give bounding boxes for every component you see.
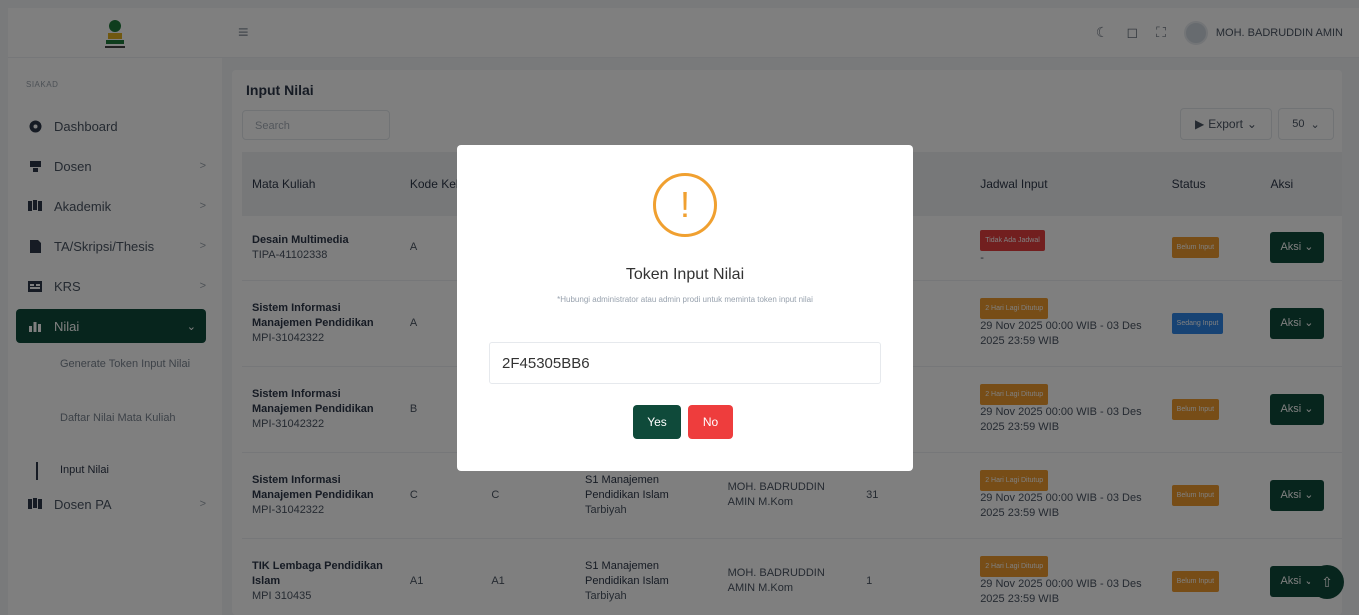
warning-icon: ! [653, 173, 717, 237]
yes-button[interactable]: Yes [633, 405, 681, 439]
token-modal: ! Token Input Nilai *Hubungi administrat… [457, 145, 913, 471]
no-button[interactable]: No [688, 405, 733, 439]
token-input[interactable] [489, 342, 881, 384]
modal-subtitle: *Hubungi administrator atau admin prodi … [557, 295, 813, 304]
modal-title: Token Input Nilai [625, 266, 745, 283]
